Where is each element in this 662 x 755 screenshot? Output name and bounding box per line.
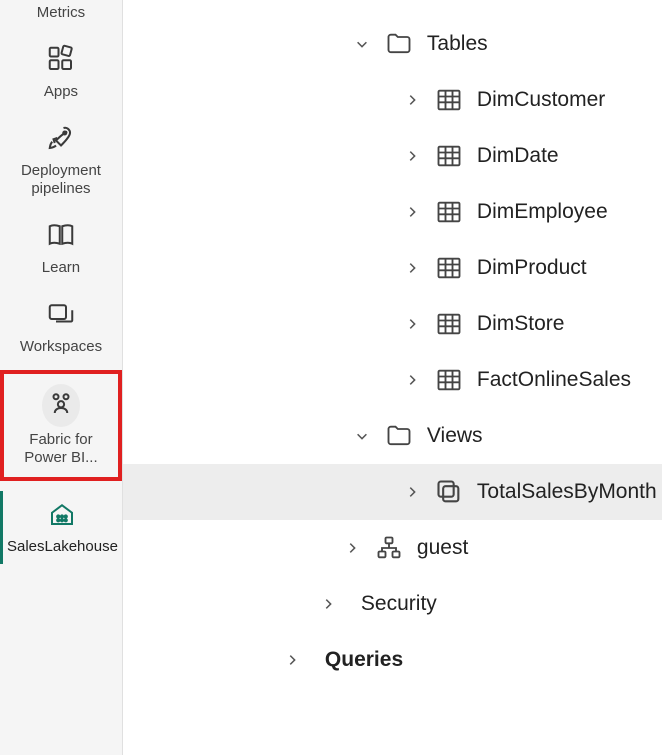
object-explorer-tree: Tables DimCustomer DimDate DimEmployee D… — [123, 0, 662, 755]
tree-label: Tables — [427, 32, 488, 56]
tree-label: TotalSalesByMonth — [477, 480, 657, 504]
tree-node-tables[interactable]: Tables — [123, 16, 662, 72]
nav-label: Fabric for Power BI... — [8, 431, 114, 467]
chevron-down-icon — [353, 37, 371, 51]
tree-node-table[interactable]: FactOnlineSales — [123, 352, 662, 408]
apps-icon — [46, 44, 76, 79]
nav-label: SalesLakehouse — [7, 538, 118, 556]
tree-node-view-selected[interactable]: TotalSalesByMonth — [123, 464, 662, 520]
tree-node-table[interactable]: DimDate — [123, 128, 662, 184]
nav-label: Deployment pipelines — [4, 162, 118, 198]
chevron-right-icon — [403, 373, 421, 387]
view-icon — [435, 478, 463, 506]
nav-item-workspaces[interactable]: Workspaces — [0, 291, 122, 364]
table-icon — [435, 86, 463, 114]
nav-label: Learn — [42, 259, 80, 277]
tree-label: guest — [417, 536, 468, 560]
table-icon — [435, 142, 463, 170]
chevron-right-icon — [343, 541, 361, 555]
table-icon — [435, 310, 463, 338]
lakehouse-icon — [47, 499, 77, 534]
tree-node-table[interactable]: DimEmployee — [123, 184, 662, 240]
rocket-icon — [46, 123, 76, 158]
nav-item-deployment-pipelines[interactable]: Deployment pipelines — [0, 115, 122, 206]
nav-item-metrics[interactable]: Metrics — [0, 0, 122, 30]
chevron-right-icon — [283, 653, 301, 667]
folder-icon — [385, 422, 413, 450]
tree-label: FactOnlineSales — [477, 368, 631, 392]
tree-label: Queries — [325, 648, 403, 672]
table-icon — [435, 366, 463, 394]
nav-item-apps[interactable]: Apps — [0, 36, 122, 109]
tree-node-table[interactable]: DimProduct — [123, 240, 662, 296]
tree-label: DimEmployee — [477, 200, 608, 224]
chevron-down-icon — [353, 429, 371, 443]
table-icon — [435, 198, 463, 226]
chevron-right-icon — [319, 597, 337, 611]
tree-label: Views — [427, 424, 483, 448]
tree-label: DimProduct — [477, 256, 587, 280]
tree-label: Security — [361, 592, 437, 616]
table-icon — [435, 254, 463, 282]
chevron-right-icon — [403, 93, 421, 107]
tree-node-table[interactable]: DimStore — [123, 296, 662, 352]
nav-item-learn[interactable]: Learn — [0, 212, 122, 285]
chevron-right-icon — [403, 205, 421, 219]
chevron-right-icon — [403, 485, 421, 499]
nav-item-fabric-power-bi[interactable]: Fabric for Power BI... — [0, 370, 122, 481]
nav-label: Workspaces — [20, 338, 102, 356]
tree-node-table[interactable]: DimCustomer — [123, 72, 662, 128]
tree-label: DimDate — [477, 144, 559, 168]
nav-label: Apps — [44, 83, 78, 101]
tree-label: DimStore — [477, 312, 565, 336]
schema-icon — [375, 534, 403, 562]
tree-node-security[interactable]: Security — [123, 576, 662, 632]
chevron-right-icon — [403, 149, 421, 163]
nav-label: Metrics — [37, 4, 85, 22]
chevron-right-icon — [403, 317, 421, 331]
chevron-right-icon — [403, 261, 421, 275]
workspaces-icon — [46, 299, 76, 334]
people-icon — [42, 384, 80, 427]
tree-label: DimCustomer — [477, 88, 605, 112]
tree-node-queries[interactable]: Queries — [123, 632, 662, 688]
nav-item-saleslakehouse[interactable]: SalesLakehouse — [0, 491, 122, 564]
book-icon — [46, 220, 76, 255]
tree-node-views[interactable]: Views — [123, 408, 662, 464]
folder-icon — [385, 30, 413, 58]
left-nav-sidebar: Metrics Apps Deployment pipelines — [0, 0, 123, 755]
tree-node-guest[interactable]: guest — [123, 520, 662, 576]
